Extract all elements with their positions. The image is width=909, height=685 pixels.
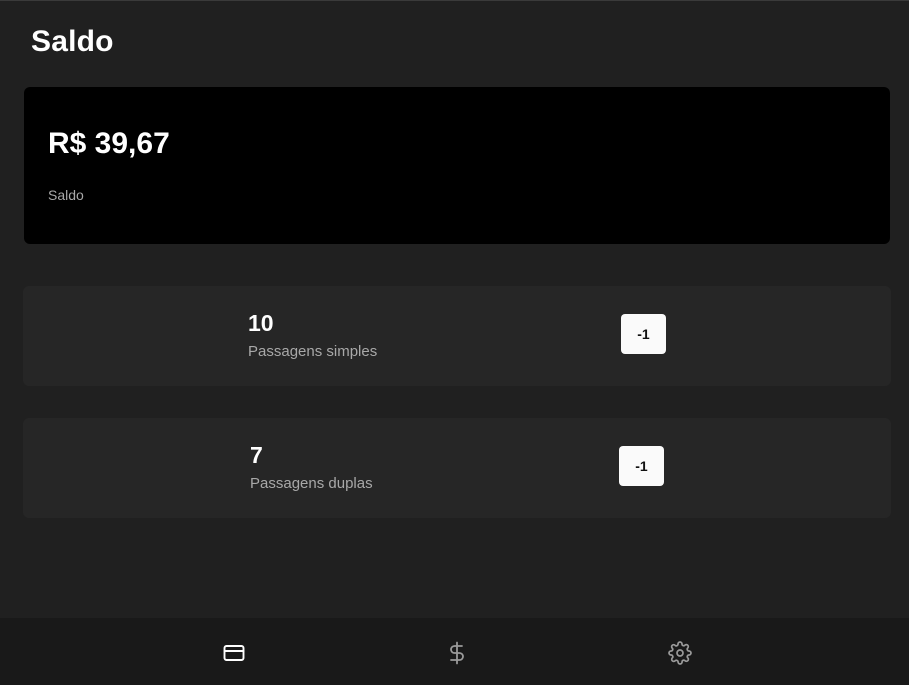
balance-amount: R$ 39,67 — [48, 127, 170, 160]
page-title: Saldo — [31, 25, 114, 58]
bottom-nav — [0, 618, 909, 685]
ticket-card-double: 7 Passagens duplas -1 — [23, 418, 891, 518]
balance-label: Saldo — [48, 187, 84, 203]
nav-item-recharge[interactable] — [444, 640, 470, 666]
balance-card: R$ 39,67 Saldo — [24, 87, 890, 244]
ticket-count-simple: 10 — [248, 310, 274, 336]
nav-item-settings[interactable] — [667, 640, 693, 666]
ticket-label-double: Passagens duplas — [250, 475, 373, 492]
ticket-label-simple: Passagens simples — [248, 343, 378, 360]
app-root: Saldo R$ 39,67 Saldo 10 Passagens simple… — [0, 0, 909, 685]
credit-card-icon — [223, 645, 245, 661]
dollar-icon — [450, 641, 464, 665]
decrement-simple-button[interactable]: -1 — [621, 314, 666, 354]
ticket-card-simple: 10 Passagens simples -1 — [23, 286, 891, 386]
nav-item-balance[interactable] — [221, 640, 247, 666]
decrement-double-button[interactable]: -1 — [619, 446, 664, 486]
gear-icon — [668, 641, 692, 665]
ticket-count-double: 7 — [250, 442, 263, 468]
